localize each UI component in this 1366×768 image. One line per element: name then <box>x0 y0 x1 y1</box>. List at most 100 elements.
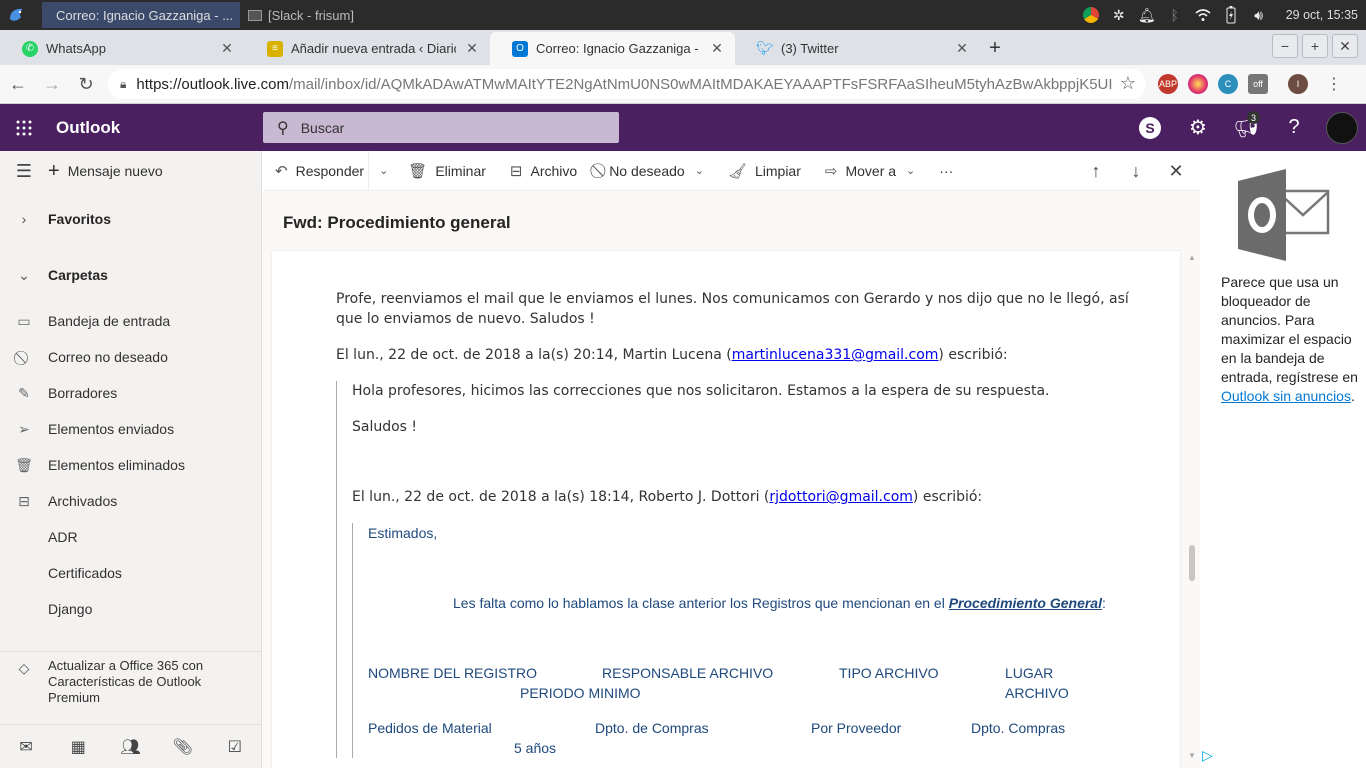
app-launcher-icon[interactable] <box>0 104 48 151</box>
outlook-ad-free-link[interactable]: Outlook sin anuncios <box>1221 388 1351 404</box>
folders-header[interactable]: ⌄ Carpetas <box>0 247 261 303</box>
diario-icon: ≡ <box>267 40 283 57</box>
previous-arrow-icon[interactable]: ↑ <box>1086 161 1106 182</box>
premium-upgrade-link[interactable]: ◇ Actualizar a Office 365 con Caracterís… <box>0 651 261 721</box>
calendar-icon[interactable]: ▦ <box>63 737 93 757</box>
sidebar-item-label: Elementos enviados <box>48 421 175 437</box>
maximize-button[interactable]: + <box>1302 34 1328 58</box>
tasks-checkbox-icon[interactable]: ☑ <box>220 737 250 757</box>
sidebar-item-drafts[interactable]: ✎ Borradores <box>0 375 261 411</box>
sidebar-item-certificados[interactable]: Certificados <box>0 555 261 591</box>
reply-options-dropdown[interactable]: ⌄ <box>368 150 396 191</box>
tab-outlook[interactable]: O Correo: Ignacio Gazzaniga - Ou ✕ <box>490 32 735 65</box>
close-tab-icon[interactable]: ✕ <box>464 40 480 57</box>
hamburger-menu-icon[interactable]: ☰ <box>0 161 48 182</box>
table-header: LUGAR ARCHIVO <box>1005 665 1069 701</box>
reply-button[interactable]: ↶ Responder <box>263 151 368 191</box>
toggle-icon[interactable]: off <box>1248 74 1268 94</box>
outlook-logo-icon <box>1238 169 1330 261</box>
search-box[interactable]: ⚲ Buscar <box>263 112 619 143</box>
battery-icon[interactable] <box>1222 6 1240 24</box>
sidebar-item-archive[interactable]: ⊟ Archivados <box>0 483 261 519</box>
megaphone-icon[interactable]: 📢︎ 3 <box>1222 104 1270 151</box>
skype-icon[interactable]: S <box>1126 104 1174 151</box>
distro-logo-icon[interactable] <box>0 0 34 30</box>
inbox-icon: ▭ <box>17 312 31 329</box>
bookmark-star-icon[interactable]: ☆ <box>1113 73 1136 94</box>
close-tab-icon[interactable]: ✕ <box>709 40 725 57</box>
move-to-button[interactable]: ⇨ Mover a ⌄ <box>813 151 927 191</box>
reload-icon[interactable]: ↻ <box>70 68 102 100</box>
menu-kebab-icon[interactable]: ⋮ <box>1326 74 1342 94</box>
address-bar[interactable]: 🔒︎ https://outlook.live.com/mail/inbox/i… <box>108 69 1146 99</box>
sidebar-item-sent[interactable]: ➢ Elementos enviados <box>0 411 261 447</box>
junk-button[interactable]: ⃠No deseado⌄ <box>589 151 716 191</box>
scroll-thumb[interactable] <box>1189 545 1195 581</box>
close-window-button[interactable]: ✕ <box>1332 34 1358 58</box>
tab-twitter[interactable]: 🐦︎ (3) Twitter ✕ <box>735 32 980 65</box>
close-icon[interactable]: ✕ <box>1166 161 1186 182</box>
next-arrow-icon[interactable]: ↓ <box>1126 161 1146 182</box>
favorites-header[interactable]: › Favoritos <box>0 191 261 247</box>
tab-title: (3) Twitter <box>781 41 839 56</box>
sidebar-item-deleted[interactable]: 🗑︎ Elementos eliminados <box>0 447 261 483</box>
sidebar-item-inbox[interactable]: ▭ Bandeja de entrada <box>0 303 261 339</box>
tab-diario[interactable]: ≡ Añadir nueva entrada ‹ Diario X ✕ <box>245 32 490 65</box>
avatar[interactable] <box>1318 104 1366 151</box>
adblock-icon[interactable]: ABP <box>1158 74 1178 94</box>
archive-button[interactable]: ⊟ Archivo <box>498 151 589 191</box>
bluetooth-icon[interactable]: ᛒ <box>1166 6 1184 24</box>
sidebar-item-label: Certificados <box>48 565 122 581</box>
back-arrow-icon[interactable]: ← <box>2 68 34 100</box>
sweep-button[interactable]: 🧹︎ Limpiar <box>716 151 813 191</box>
help-icon[interactable]: ? <box>1270 104 1318 151</box>
trash-icon: 🗑︎ <box>15 456 33 473</box>
profile-icon[interactable]: I <box>1288 74 1308 94</box>
sidebar-item-junk[interactable]: ⃠Correo no deseado <box>0 339 261 375</box>
chrome-tray-icon[interactable] <box>1082 6 1100 24</box>
procedure-link[interactable]: Procedimiento General <box>949 595 1102 611</box>
taskbar-item-label: [Slack - frisum] <box>268 7 354 23</box>
notification-bell-icon[interactable]: 🔔︎ <box>1138 6 1156 24</box>
email-link-martin[interactable]: martinlucena331@gmail.com <box>732 347 939 363</box>
table-header: NOMBRE DEL REGISTRO <box>368 665 538 681</box>
tab-whatsapp[interactable]: ✆ WhatsApp ✕ <box>0 32 245 65</box>
cr-icon[interactable]: C <box>1218 74 1238 94</box>
scroll-down-icon[interactable]: ▼ <box>1188 751 1196 760</box>
clock[interactable]: 29 oct, 15:35 <box>1286 8 1358 22</box>
delete-button[interactable]: 🗑︎ Eliminar <box>396 151 498 191</box>
minimize-button[interactable]: − <box>1272 34 1298 58</box>
more-actions-button[interactable]: ··· <box>927 151 965 191</box>
wifi-icon[interactable] <box>1194 6 1212 24</box>
attachment-icon[interactable]: 📎︎ <box>168 737 198 757</box>
window-icon <box>248 9 262 21</box>
close-tab-icon[interactable]: ✕ <box>954 40 970 57</box>
archive-icon: ⊟ <box>509 162 523 180</box>
outlook-brand[interactable]: Outlook <box>56 118 120 138</box>
close-tab-icon[interactable]: ✕ <box>219 40 235 57</box>
volume-icon[interactable]: 🔊︎ <box>1250 6 1268 24</box>
mail-icon[interactable]: ✉ <box>11 737 41 757</box>
settings-gear-icon[interactable]: ⚙ <box>1174 104 1222 151</box>
forward-arrow-icon[interactable]: → <box>36 68 68 100</box>
email-link-roberto[interactable]: rjdottori@gmail.com <box>769 489 913 505</box>
scroll-up-icon[interactable]: ▲ <box>1188 253 1196 262</box>
adchoices-icon[interactable]: ▷ <box>1202 747 1213 764</box>
settings-tray-icon[interactable]: ✲ <box>1110 6 1128 24</box>
sidebar-item-adr[interactable]: ADR <box>0 519 261 555</box>
instagram-icon[interactable] <box>1188 74 1208 94</box>
new-tab-button[interactable]: + <box>980 32 1010 65</box>
new-message-button[interactable]: + Mensaje nuevo <box>48 160 163 183</box>
quoted-message-1: Hola profesores, hicimos las correccione… <box>336 381 1156 758</box>
blocked-icon: ⃠ <box>0 349 48 366</box>
taskbar-item-slack[interactable]: [Slack - frisum] <box>240 2 440 28</box>
move-icon: ⇨ <box>824 162 838 180</box>
reading-pane: Profe, reenviamos el mail que le enviamo… <box>263 251 1200 768</box>
taskbar-item-chrome[interactable]: Correo: Ignacio Gazzaniga - ... <box>42 2 240 28</box>
whatsapp-icon: ✆ <box>22 40 38 57</box>
sidebar-item-django[interactable]: Django <box>0 591 261 627</box>
reading-scrollbar[interactable]: ▲ ▼ <box>1188 251 1196 768</box>
table-header: RESPONSABLE ARCHIVO <box>602 665 774 681</box>
favorites-label: Favoritos <box>48 211 112 227</box>
people-icon[interactable]: 👥︎ <box>115 737 145 757</box>
